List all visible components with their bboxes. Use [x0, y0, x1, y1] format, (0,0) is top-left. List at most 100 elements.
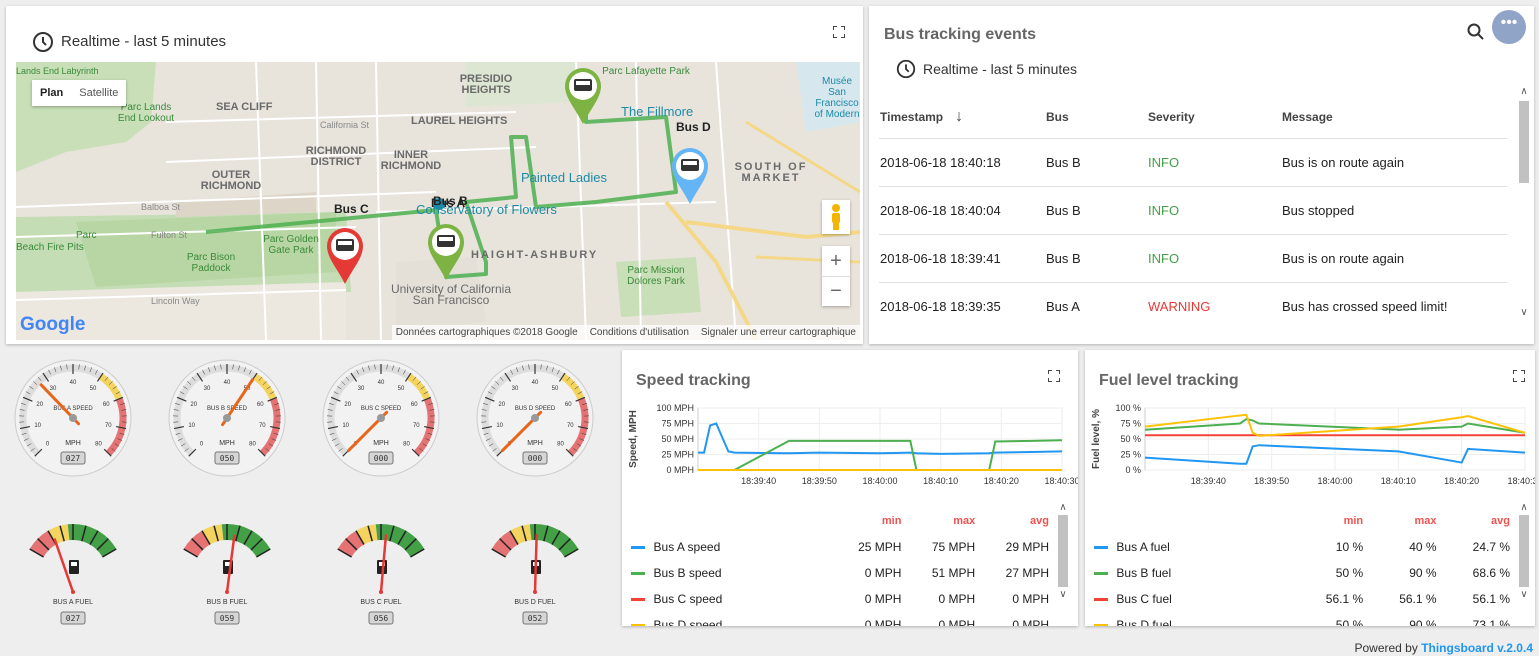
map-report-link[interactable]: Signaler une erreur cartographique: [701, 327, 856, 338]
legend-row[interactable]: Bus B fuel 50 % 90 % 68.6 %: [1093, 560, 1511, 586]
map-timewindow[interactable]: Realtime - last 5 minutes: [61, 33, 226, 50]
legend-avg: 0 MPH: [1012, 592, 1049, 606]
y-tick-label: 25 %: [1120, 450, 1141, 460]
scroll-up-arrow-icon[interactable]: ∧: [1517, 502, 1531, 513]
bus-marker[interactable]: [426, 222, 466, 282]
table-row[interactable]: 2018-06-18 18:40:04 Bus B INFO Bus stopp…: [879, 186, 1507, 235]
map-attribution: Données cartographiques ©2018 Google: [395, 327, 578, 338]
scroll-up-arrow-icon[interactable]: ∧: [1056, 502, 1070, 513]
fullscreen-icon[interactable]: [833, 26, 845, 38]
gauge-tick-label: 60: [565, 402, 572, 408]
column-header-timestamp[interactable]: Timestamp ↓: [879, 96, 1045, 139]
legend-series-name: Bus C speed: [653, 592, 723, 606]
legend-row[interactable]: Bus C speed 0 MPH 0 MPH 0 MPH: [630, 586, 1050, 612]
map-type-satellite-button[interactable]: Satellite: [71, 80, 126, 106]
x-tick-label: 18:40:10: [1381, 476, 1416, 486]
search-icon[interactable]: [1466, 22, 1486, 42]
scrollbar-thumb[interactable]: [1058, 515, 1068, 587]
events-timewindow[interactable]: Realtime - last 5 minutes: [923, 61, 1077, 77]
cell-timestamp: 2018-06-18 18:40:04: [879, 186, 1045, 235]
speed-legend-scrollbar[interactable]: ∧ ∨: [1056, 502, 1070, 610]
map-label: LAUREL HEIGHTS: [411, 115, 508, 127]
fuel-chart-plot[interactable]: 0 % 25 % 50 % 75 % 100 % 18:39:40 18:39:50 18:4…: [1085, 398, 1535, 498]
y-tick-label: 0 MPH: [666, 465, 694, 475]
speed-chart-title: Speed tracking: [636, 372, 751, 389]
speed-gauge-value: 050: [220, 454, 235, 463]
map-type-plan-button[interactable]: Plan: [32, 80, 71, 106]
gauge-tick-label: 60: [103, 402, 110, 408]
y-tick-label: 25 MPH: [661, 450, 694, 460]
legend-min: 25 MPH: [858, 540, 902, 554]
gauge-tick-label: 80: [403, 441, 410, 447]
map-widget: Realtime - last 5 minutes Lands End Laby…: [6, 6, 863, 344]
fullscreen-icon[interactable]: [1048, 370, 1060, 382]
legend-row[interactable]: Bus A speed 25 MPH 75 MPH 29 MPH: [630, 534, 1050, 560]
table-row[interactable]: 2018-06-18 18:39:35 Bus A WARNING Bus ha…: [879, 282, 1507, 330]
speed-gauge-label: BUS D SPEED: [515, 406, 556, 412]
legend-avg: 68.6 %: [1472, 566, 1510, 580]
column-header-message[interactable]: Message: [1281, 96, 1507, 139]
speed-gauge-dial: 01020304050607080BUS B SPEEDMPH050: [168, 359, 286, 477]
legend-series-name: Bus C fuel: [1116, 592, 1172, 606]
legend-header-max: max: [1414, 515, 1437, 527]
legend-avg: 27 MPH: [1005, 566, 1049, 580]
speed-gauge-dial: 01020304050607080BUS A SPEEDMPH027: [14, 359, 132, 477]
map-label: Parc: [76, 230, 97, 241]
scroll-down-arrow-icon[interactable]: ∨: [1517, 589, 1531, 600]
table-row[interactable]: 2018-06-18 18:40:18 Bus B INFO Bus is on…: [879, 138, 1507, 187]
scrollbar-thumb[interactable]: [1519, 101, 1529, 183]
bus-marker[interactable]: [325, 226, 365, 286]
gauge-tick-label: 70: [567, 423, 574, 429]
speed-gauge-unit: MPH: [65, 440, 81, 447]
fuel-gauge-label: BUS C FUEL: [360, 599, 401, 606]
y-tick-label: 50 MPH: [661, 434, 694, 444]
legend-row[interactable]: Bus A fuel 10 % 40 % 24.7 %: [1093, 534, 1511, 560]
gauge-tick-label: 20: [344, 402, 351, 408]
legend-row[interactable]: Bus D fuel 50 % 90 % 73.1 %: [1093, 612, 1511, 626]
fuel-pump-icon: [69, 560, 79, 574]
legend-max: 90 %: [1409, 618, 1437, 626]
gauge-tick-label: 10: [188, 423, 195, 429]
scroll-down-arrow-icon[interactable]: ∨: [1517, 307, 1531, 318]
scroll-down-arrow-icon[interactable]: ∨: [1056, 589, 1070, 600]
column-header-bus[interactable]: Bus: [1045, 96, 1147, 139]
scroll-up-arrow-icon[interactable]: ∧: [1517, 86, 1531, 97]
bus-marker[interactable]: [670, 146, 710, 206]
map-label: California St: [320, 120, 370, 130]
zoom-out-button[interactable]: −: [822, 277, 850, 306]
cell-message: Bus is on route again: [1281, 138, 1507, 187]
events-scrollbar[interactable]: ∧ ∨: [1517, 86, 1531, 318]
cell-timestamp: 2018-06-18 18:40:18: [879, 138, 1045, 187]
map-label: Parc Mission Dolores Park: [627, 265, 685, 287]
y-tick-label: 50 %: [1120, 434, 1141, 444]
map-label: Painted Ladies: [521, 170, 608, 185]
more-menu-button[interactable]: •••: [1492, 10, 1526, 44]
street-view-pegman[interactable]: [822, 200, 850, 234]
gauge-tick-label: 10: [496, 423, 503, 429]
fuel-legend-scrollbar[interactable]: ∧ ∨: [1517, 502, 1531, 610]
legend-max: 0 MPH: [938, 618, 976, 626]
cell-bus: Bus B: [1045, 186, 1147, 235]
fullscreen-icon[interactable]: [1513, 370, 1525, 382]
speed-chart-plot[interactable]: 0 MPH 25 MPH 50 MPH 75 MPH 100 MPH 18:39:40 18…: [622, 398, 1078, 498]
legend-row[interactable]: Bus D speed 0 MPH 0 MPH 0 MPH: [630, 612, 1050, 626]
legend-row[interactable]: Bus B speed 0 MPH 51 MPH 27 MPH: [630, 560, 1050, 586]
fuel-gauge-dial: BUS D FUEL 052: [491, 524, 579, 625]
legend-series-name: Bus B speed: [653, 566, 722, 580]
column-header-severity[interactable]: Severity: [1147, 96, 1281, 139]
thingsboard-link[interactable]: Thingsboard v.2.0.4: [1421, 641, 1533, 655]
fuel-chart-widget: Fuel level tracking 0 % 25 % 50 % 75 % 100 %…: [1085, 350, 1535, 626]
zoom-in-button[interactable]: +: [822, 246, 850, 277]
bus-marker[interactable]: [563, 66, 603, 126]
map-terms-link[interactable]: Conditions d'utilisation: [590, 327, 689, 338]
gauge-tick-label: 30: [512, 386, 519, 392]
legend-row[interactable]: Bus C fuel 56.1 % 56.1 % 56.1 %: [1093, 586, 1511, 612]
map-canvas[interactable]: Lands End Labyrinth Parc Lands End Looko…: [16, 62, 860, 340]
speed-gauge-dial: 01020304050607080BUS C SPEEDMPH000: [322, 359, 440, 477]
table-row[interactable]: 2018-06-18 18:39:41 Bus B INFO Bus is on…: [879, 234, 1507, 283]
scrollbar-thumb[interactable]: [1519, 515, 1529, 587]
legend-swatch: [1093, 560, 1115, 586]
legend-series-name: Bus D speed: [653, 618, 723, 626]
y-axis-label: Speed, MPH: [628, 410, 639, 468]
cell-severity: INFO: [1147, 234, 1281, 283]
